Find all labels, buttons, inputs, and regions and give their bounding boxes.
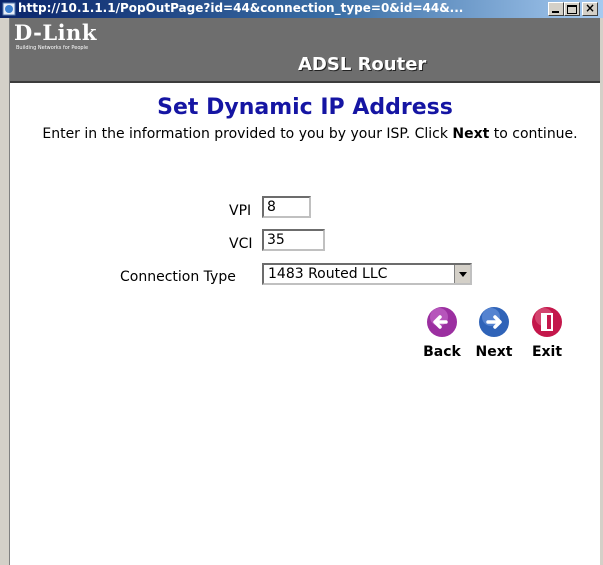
maximize-button[interactable] xyxy=(564,2,580,16)
back-label: Back xyxy=(423,344,461,360)
header-banner: D-Link Building Networks for People ADSL… xyxy=(10,18,600,83)
logo-tagline: Building Networks for People xyxy=(16,45,89,51)
window-frame-left xyxy=(0,18,10,565)
next-arrow-icon xyxy=(479,307,509,337)
instructions-prefix: Enter in the information provided to you… xyxy=(42,126,453,142)
close-button[interactable]: × xyxy=(582,1,598,16)
connection-type-label: Connection Type xyxy=(120,269,236,285)
instructions-text: Enter in the information provided to you… xyxy=(30,125,590,143)
back-arrow-icon xyxy=(427,307,457,337)
connection-type-value: 1483 Routed LLC xyxy=(268,266,388,282)
instructions-next-word: Next xyxy=(452,126,490,142)
minimize-button[interactable] xyxy=(548,2,564,16)
page-title: Set Dynamic IP Address xyxy=(157,95,453,120)
vpi-input[interactable] xyxy=(262,196,311,218)
product-name: ADSL Router xyxy=(298,54,427,75)
vci-label: VCI xyxy=(229,236,253,252)
instructions-suffix: to continue. xyxy=(489,126,578,142)
exit-button[interactable]: Exit xyxy=(527,306,567,366)
back-button[interactable]: Back xyxy=(422,306,462,366)
exit-label: Exit xyxy=(531,344,563,360)
dlink-logo: D-Link xyxy=(14,20,97,45)
next-label: Next xyxy=(475,344,513,360)
connection-type-select[interactable]: 1483 Routed LLC xyxy=(262,263,472,285)
vci-input[interactable] xyxy=(262,229,325,251)
chevron-down-icon[interactable] xyxy=(454,265,470,283)
window-title: http://10.1.1.1/PopOutPage?id=44&connect… xyxy=(18,1,464,15)
next-button[interactable]: Next xyxy=(474,306,514,366)
exit-door-icon xyxy=(532,307,562,337)
vpi-label: VPI xyxy=(229,203,252,219)
ie-page-icon xyxy=(2,2,16,16)
window-titlebar: http://10.1.1.1/PopOutPage?id=44&connect… xyxy=(0,0,603,18)
close-icon: × xyxy=(585,1,596,15)
